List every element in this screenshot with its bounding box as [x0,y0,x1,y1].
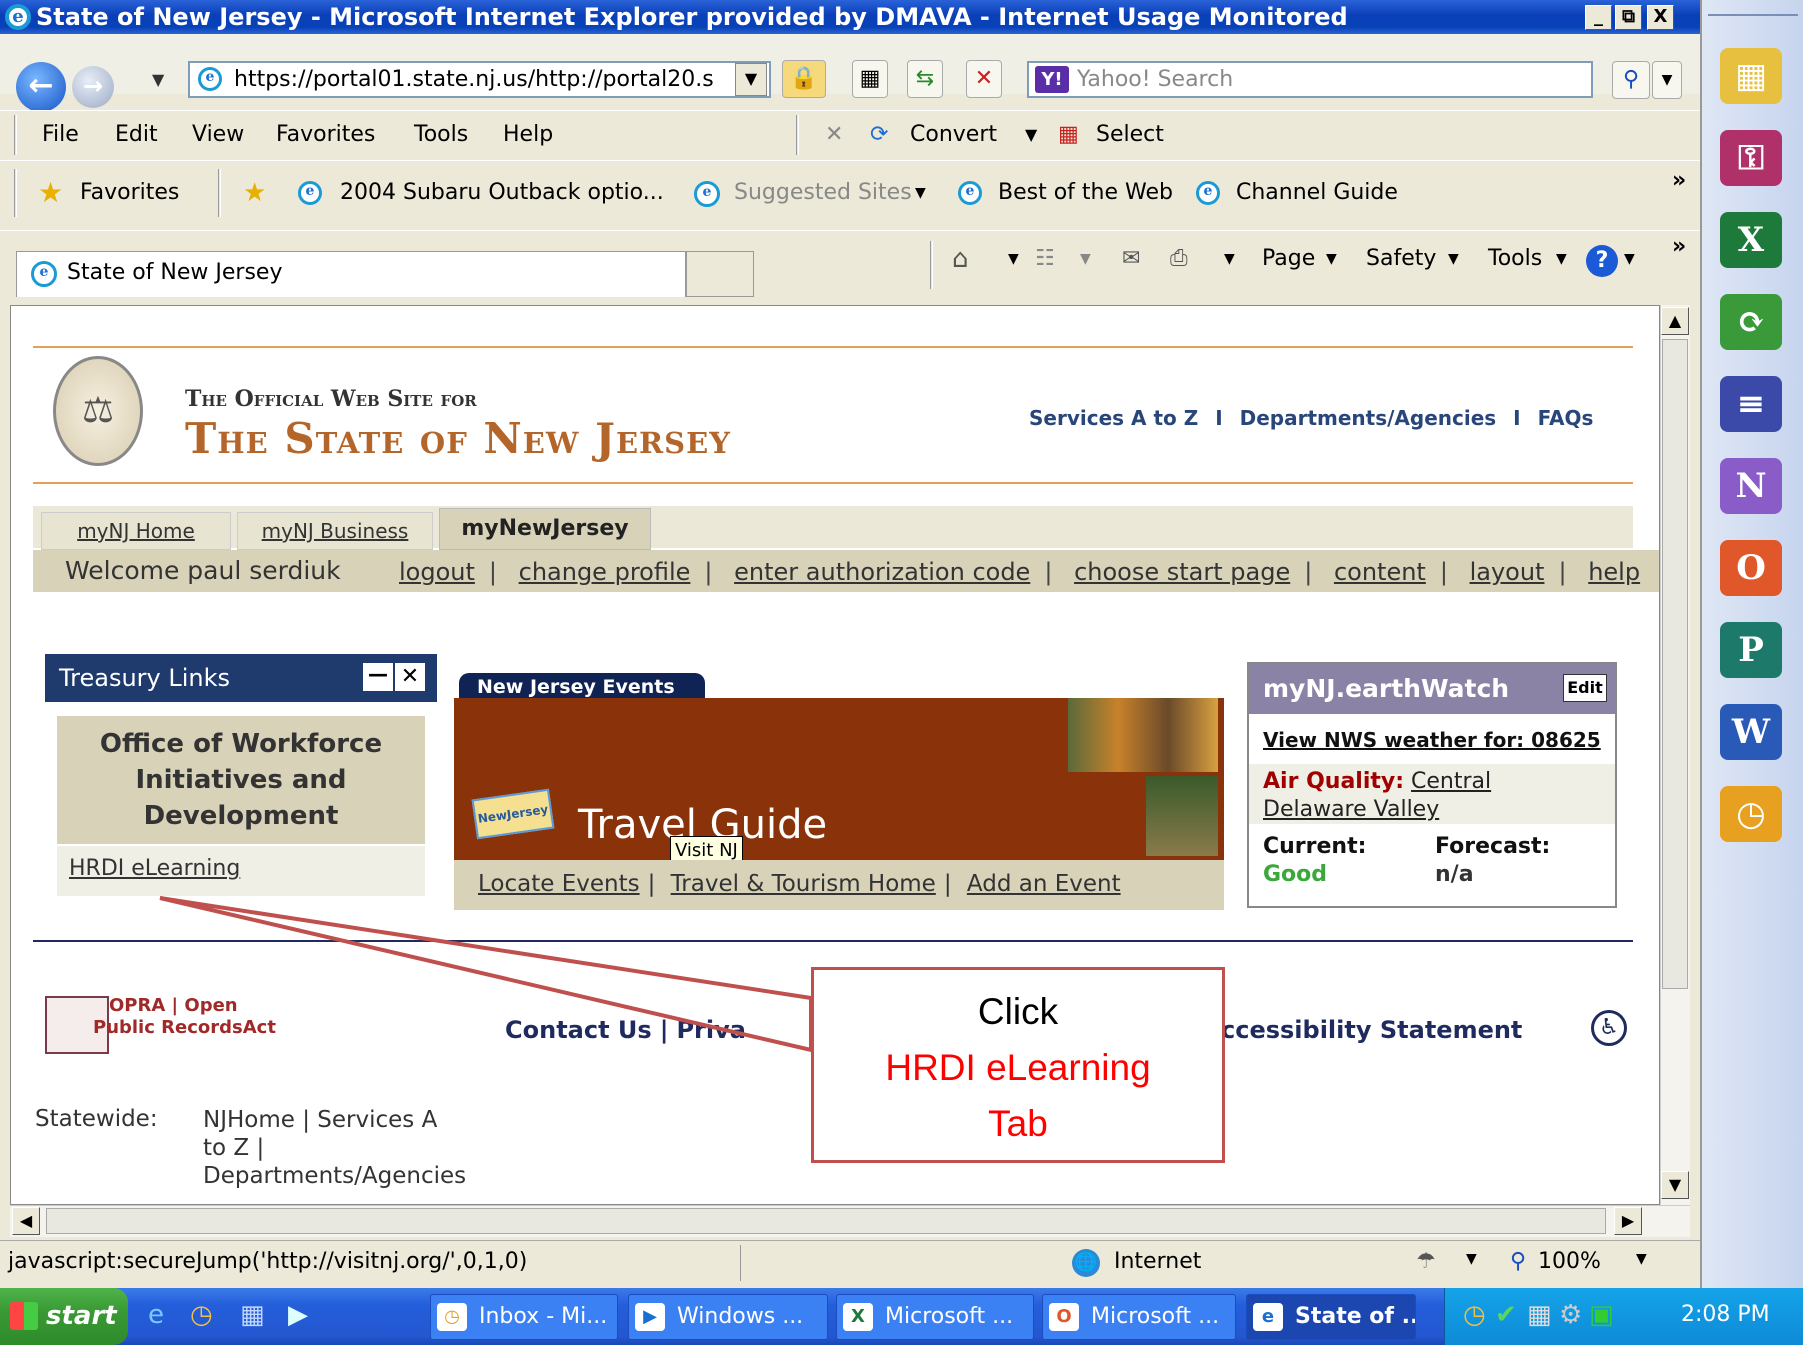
windows-logo-icon [10,1302,38,1330]
task-inbox[interactable]: ◷ Inbox - Mi... [430,1294,618,1340]
task-windows[interactable]: ▶ Windows ... [628,1294,828,1340]
status-url: javascript:secureJump('http://visitnj.or… [8,1249,528,1274]
vertical-scroll-thumb[interactable] [1662,339,1688,989]
vertical-scrollbar[interactable]: ▲ ▼ [1660,305,1690,1205]
quicklaunch-app-icon[interactable]: ▦ [240,1300,265,1330]
tray-onenote-icon[interactable]: ▦ [1527,1300,1552,1330]
task-excel-label: Microsoft ... [885,1304,1014,1329]
horizontal-scrollbar[interactable]: ◀ ▶ [10,1205,1690,1237]
callout-line1: Click [977,991,1059,1032]
inbox-task-icon: ◷ [437,1303,467,1331]
tray-sound-icon[interactable]: ⚙ [1559,1300,1582,1330]
horizontal-scroll-thumb[interactable] [46,1208,1606,1234]
internet-zone-icon: 🌐 [1072,1249,1100,1277]
scroll-right-icon[interactable]: ▶ [1614,1207,1642,1235]
quicklaunch-media-icon[interactable]: ▶ [288,1300,308,1330]
protected-mode-icon[interactable]: ☂ [1416,1249,1436,1274]
task-windows-label: Windows ... [677,1304,804,1329]
tray-network-icon[interactable]: ▣ [1589,1300,1614,1330]
ie-task-icon: e [1253,1303,1283,1331]
zoom-level[interactable]: 100% [1538,1249,1601,1274]
quicklaunch-ie-icon[interactable]: e [148,1300,164,1330]
scroll-up-icon[interactable]: ▲ [1661,307,1689,335]
windows-task-icon: ▶ [635,1303,665,1331]
callout-line3: Tab [988,1103,1048,1144]
zoom-icon: ⚲ [1510,1249,1527,1274]
task-microsoft-excel[interactable]: X Microsoft ... [836,1294,1034,1340]
quicklaunch-outlook-icon[interactable]: ◷ [190,1300,213,1330]
screen: e State of New Jersey - Microsoft Intern… [0,0,1803,1345]
system-tray: ◷ ✔ ▦ ⚙ ▣ 2:08 PM [1444,1288,1803,1345]
excel-task-icon: X [843,1303,873,1331]
status-bar: javascript:secureJump('http://visitnj.or… [0,1240,1700,1285]
task-outlook-label: Microsoft ... [1091,1304,1220,1329]
callout-line2: HRDI eLearning [885,1047,1151,1088]
scroll-left-icon[interactable]: ◀ [12,1207,40,1235]
task-microsoft-outlook[interactable]: O Microsoft ... [1042,1294,1236,1340]
zoom-dropdown-icon[interactable]: ▼ [1636,1251,1647,1267]
tray-outlook-icon[interactable]: ◷ [1463,1300,1486,1330]
task-inbox-label: Inbox - Mi... [479,1304,608,1329]
start-label: start [46,1301,117,1331]
zone-label[interactable]: Internet [1114,1249,1201,1274]
task-nj-label: State of ... [1295,1304,1416,1329]
scroll-down-icon[interactable]: ▼ [1661,1171,1689,1199]
start-button[interactable]: start [0,1288,128,1345]
tray-check-icon[interactable]: ✔ [1495,1300,1517,1330]
protected-dropdown-icon[interactable]: ▼ [1466,1251,1477,1267]
outlook-task-icon: O [1049,1303,1079,1331]
instruction-callout: Click HRDI eLearning Tab [811,967,1225,1163]
clock: 2:08 PM [1681,1302,1770,1327]
taskbar: start e ◷ ▦ ▶ ◷ Inbox - Mi... ▶ Windows ..… [0,1288,1803,1345]
task-state-of-nj[interactable]: e State of ... [1246,1294,1416,1340]
status-panels [740,1245,1060,1281]
